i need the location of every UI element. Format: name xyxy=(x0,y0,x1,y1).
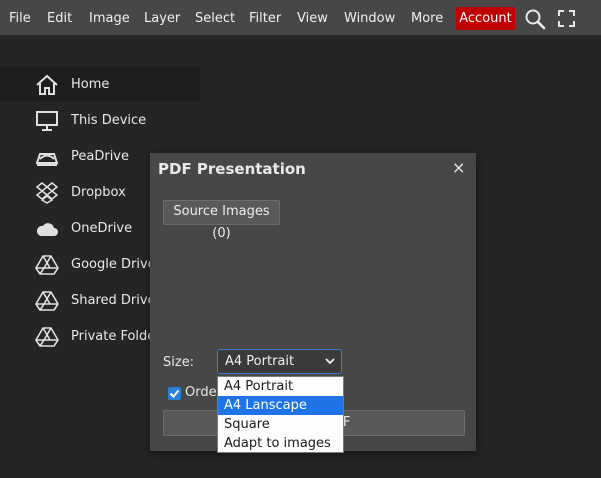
peadrive-icon xyxy=(35,153,59,166)
menu-window[interactable]: Window xyxy=(344,11,395,27)
menu-select[interactable]: Select xyxy=(195,11,235,27)
menu-image[interactable]: Image xyxy=(89,11,130,27)
sidebar-item-this-device[interactable]: This Device xyxy=(0,102,200,138)
menu-layer[interactable]: Layer xyxy=(144,11,180,27)
google-drive-icon xyxy=(35,255,59,275)
size-select-value: A4 Portrait xyxy=(225,354,295,369)
size-option[interactable]: A4 Portrait xyxy=(218,377,343,396)
sidebar-item-label: Home xyxy=(71,77,110,92)
order-checkbox[interactable] xyxy=(168,387,181,400)
menu-edit[interactable]: Edit xyxy=(47,11,72,27)
size-dropdown-list: A4 Portrait A4 Lanscape Square Adapt to … xyxy=(217,376,344,453)
sidebar-item-label: OneDrive xyxy=(71,221,133,236)
sidebar-item-home[interactable]: Home xyxy=(0,66,200,102)
size-option-highlighted[interactable]: A4 Lanscape xyxy=(218,396,343,415)
menu-more[interactable]: More xyxy=(411,11,443,27)
size-label: Size: xyxy=(163,355,195,370)
size-option[interactable]: Adapt to images xyxy=(218,434,343,452)
home-icon xyxy=(36,74,58,95)
monitor-icon xyxy=(36,111,58,131)
size-select[interactable]: A4 Portrait xyxy=(217,349,342,374)
account-button[interactable]: Account xyxy=(456,7,515,30)
dropbox-icon xyxy=(35,182,59,204)
menu-filter[interactable]: Filter xyxy=(249,11,281,27)
google-drive-icon xyxy=(35,291,59,311)
menu-file[interactable]: File xyxy=(9,11,31,27)
close-icon[interactable]: × xyxy=(452,158,465,178)
size-option[interactable]: Square xyxy=(218,415,343,434)
chevron-down-icon xyxy=(325,358,335,365)
menu-bar: File Edit Image Layer Select Filter View… xyxy=(0,0,601,35)
fullscreen-icon[interactable] xyxy=(558,10,575,27)
source-images-button[interactable]: Source Images (0) xyxy=(163,200,280,241)
google-drive-icon xyxy=(35,327,59,347)
sidebar-item-label: PeaDrive xyxy=(71,149,129,164)
menu-view[interactable]: View xyxy=(297,11,328,27)
search-icon[interactable] xyxy=(524,8,546,30)
cloud-icon xyxy=(36,223,58,236)
sidebar-item-label: Dropbox xyxy=(71,185,126,200)
sidebar-item-label: Google Drive xyxy=(71,257,156,272)
sidebar-item-label: Private Folder xyxy=(71,329,161,344)
sidebar-item-label: Shared Drive xyxy=(71,293,156,308)
sidebar-item-label: This Device xyxy=(71,113,147,128)
dialog-title: PDF Presentation xyxy=(158,160,306,178)
checkmark-icon xyxy=(169,389,180,398)
